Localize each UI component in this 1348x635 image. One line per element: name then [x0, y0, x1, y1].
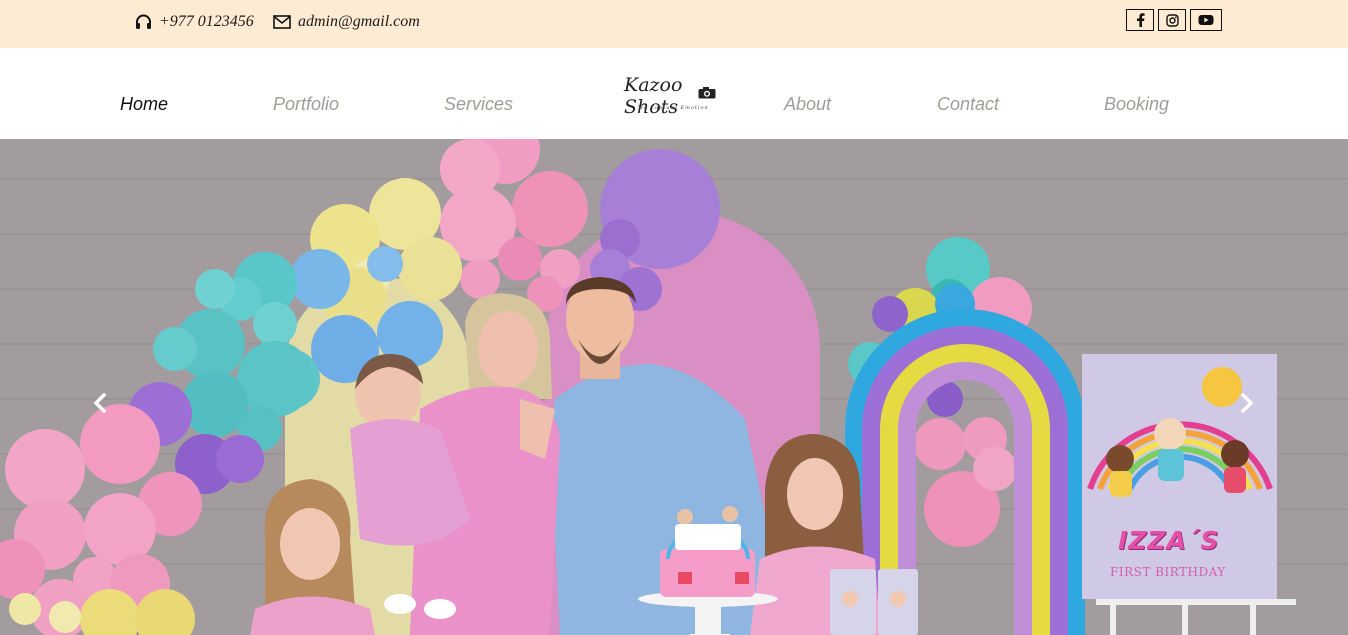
chevron-left-icon — [93, 393, 107, 413]
nav-contact[interactable]: Contact — [937, 94, 999, 115]
youtube-icon — [1198, 15, 1214, 25]
nav-portfolio[interactable]: Portfolio — [273, 94, 339, 115]
sign-subtitle: FIRST BIRTHDAY — [1110, 565, 1226, 579]
headphones-icon — [136, 14, 151, 29]
hero-photo — [0, 139, 1348, 635]
site-logo[interactable]: Kazoo Shots We Capture Emotion — [618, 72, 718, 118]
camera-icon — [698, 87, 716, 99]
youtube-button[interactable] — [1190, 9, 1222, 31]
nav-about[interactable]: About — [784, 94, 831, 115]
instagram-icon — [1165, 13, 1179, 27]
sign-title: IZZA´S — [1118, 526, 1220, 555]
instagram-button[interactable] — [1158, 9, 1186, 31]
envelope-icon — [273, 15, 291, 29]
email-address: admin@gmail.com — [298, 13, 420, 30]
main-navigation: Home Portfolio Services Kazoo Shots We C… — [0, 48, 1348, 139]
phone-contact[interactable]: +977 0123456 — [135, 13, 254, 31]
carousel-next-button[interactable] — [1235, 391, 1259, 415]
email-contact[interactable]: admin@gmail.com — [273, 13, 420, 31]
facebook-button[interactable] — [1126, 9, 1154, 31]
chevron-right-icon — [1240, 393, 1254, 413]
nav-booking[interactable]: Booking — [1104, 94, 1169, 115]
nav-services[interactable]: Services — [444, 94, 513, 115]
facebook-icon — [1136, 13, 1145, 27]
phone-number: +977 0123456 — [159, 13, 254, 30]
social-links — [1126, 9, 1222, 31]
carousel-prev-button[interactable] — [88, 391, 112, 415]
logo-tagline: We Capture Emotion — [638, 105, 709, 111]
top-contact-bar: +977 0123456 admin@gmail.com — [0, 0, 1348, 48]
nav-home[interactable]: Home — [120, 94, 168, 115]
hero-carousel: IZZA´S FIRST BIRTHDAY — [0, 139, 1348, 635]
